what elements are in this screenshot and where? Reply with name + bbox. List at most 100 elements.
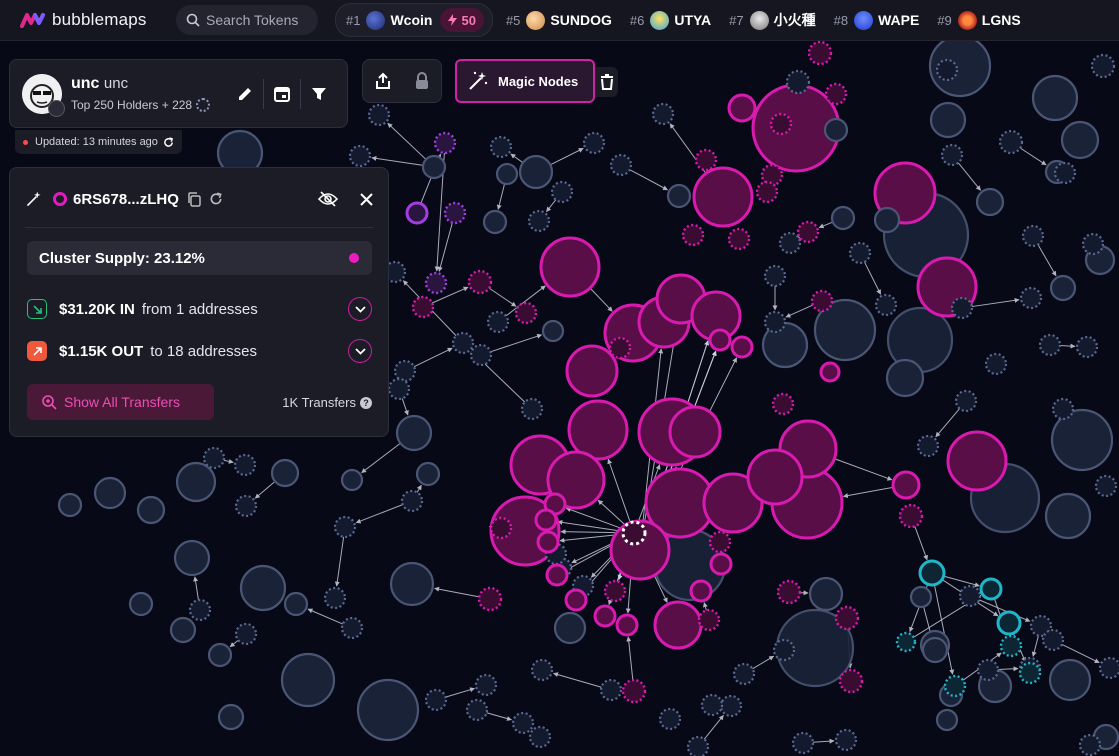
holder-bubble[interactable]	[340, 468, 364, 492]
holder-bubble[interactable]	[424, 688, 448, 712]
holder-bubble[interactable]	[486, 310, 510, 334]
cluster-address[interactable]: 6RS678...zLHQ	[73, 191, 179, 208]
outflow-row[interactable]: $1.15K OUT to 18 addresses	[27, 338, 372, 364]
holder-bubble[interactable]	[234, 494, 258, 518]
holder-bubble[interactable]	[465, 698, 489, 722]
holder-bubble[interactable]	[979, 577, 1003, 601]
holder-bubble[interactable]	[909, 585, 933, 609]
holder-bubble[interactable]	[467, 269, 493, 295]
holder-bubble[interactable]	[609, 153, 633, 177]
holder-bubble[interactable]	[527, 209, 551, 233]
eye-off-icon[interactable]	[318, 191, 338, 207]
ticker-item-huozhong[interactable]: #7 小火種	[729, 10, 816, 30]
holder-bubble[interactable]	[188, 598, 212, 622]
holder-bubble[interactable]	[433, 131, 457, 155]
holder-bubble[interactable]	[477, 586, 503, 612]
holder-bubble[interactable]	[511, 711, 535, 735]
holder-bubble[interactable]	[830, 205, 856, 231]
holder-bubble[interactable]	[608, 336, 632, 360]
expand-inflow-button[interactable]	[348, 297, 372, 321]
holder-bubble[interactable]	[838, 668, 864, 694]
holder-bubble[interactable]	[270, 458, 300, 488]
holder-bubble[interactable]	[169, 616, 197, 644]
holder-bubble[interactable]	[1075, 335, 1099, 359]
holder-bubble[interactable]	[689, 579, 713, 603]
holder-bubble[interactable]	[921, 636, 949, 664]
holder-bubble[interactable]	[834, 605, 860, 631]
holder-bubble[interactable]	[808, 576, 844, 612]
holder-bubble[interactable]	[173, 539, 211, 577]
holder-bubble[interactable]	[534, 508, 558, 532]
holder-bubble[interactable]	[1019, 286, 1043, 310]
holder-bubble[interactable]	[885, 358, 925, 398]
holder-bubble[interactable]	[681, 223, 705, 247]
holder-bubble[interactable]	[785, 69, 811, 95]
ticker-item-wcoin[interactable]: #1 Wcoin 50	[335, 3, 493, 37]
holder-bubble[interactable]	[323, 586, 347, 610]
holder-bubble[interactable]	[666, 183, 692, 209]
holder-bubble[interactable]	[280, 652, 336, 708]
holder-bubble[interactable]	[283, 591, 309, 617]
holder-bubble[interactable]	[984, 352, 1008, 376]
search-input[interactable]: Search Tokens	[176, 5, 318, 35]
holder-bubble[interactable]	[356, 678, 420, 742]
holder-bubble[interactable]	[719, 694, 743, 718]
holder-bubble[interactable]	[763, 264, 787, 288]
holder-bubble[interactable]	[1049, 274, 1077, 302]
ticker-item-lgns[interactable]: #9 LGNS	[937, 10, 1021, 30]
holder-bubble[interactable]	[395, 414, 433, 452]
holder-bubble[interactable]	[340, 616, 364, 640]
holder-bubble[interactable]	[528, 725, 552, 749]
holder-bubble[interactable]	[771, 392, 795, 416]
holder-bubble[interactable]	[810, 289, 834, 313]
holder-bubble[interactable]	[769, 112, 793, 136]
holder-bubble[interactable]	[653, 600, 703, 650]
ticker-item-wape[interactable]: #8 WAPE	[834, 10, 919, 30]
holder-bubble[interactable]	[694, 148, 718, 172]
holder-bubble[interactable]	[615, 613, 639, 637]
inflow-row[interactable]: $31.20K IN from 1 addresses	[27, 296, 372, 322]
holder-bubble[interactable]	[621, 678, 647, 704]
holder-bubble[interactable]	[469, 343, 493, 367]
holder-bubble[interactable]	[550, 180, 574, 204]
holder-bubble[interactable]	[776, 579, 802, 605]
holder-bubble[interactable]	[709, 552, 733, 576]
holder-bubble[interactable]	[603, 579, 627, 603]
holder-bubble[interactable]	[489, 516, 513, 540]
holder-bubble[interactable]	[891, 470, 921, 500]
holder-bubble[interactable]	[389, 561, 435, 607]
holder-bubble[interactable]	[1044, 492, 1092, 540]
holder-bubble[interactable]	[400, 489, 424, 513]
holder-bubble[interactable]	[545, 563, 569, 587]
holder-bubble[interactable]	[518, 154, 554, 190]
holder-bubble[interactable]	[1090, 53, 1116, 79]
edit-button[interactable]	[227, 78, 263, 110]
holder-bubble[interactable]	[708, 328, 732, 352]
holder-bubble[interactable]	[202, 446, 226, 470]
hot-badge[interactable]: 50	[440, 8, 484, 32]
holder-bubble[interactable]	[514, 301, 538, 325]
refresh-icon[interactable]	[163, 136, 174, 148]
holder-bubble[interactable]	[651, 102, 675, 126]
holder-bubble[interactable]	[823, 117, 849, 143]
holder-bubble[interactable]	[387, 377, 411, 401]
holder-bubble[interactable]	[708, 530, 732, 554]
holder-bubble[interactable]	[128, 591, 154, 617]
holder-bubble[interactable]	[791, 731, 815, 755]
holder-bubble[interactable]	[918, 559, 946, 587]
holder-bubble[interactable]	[582, 131, 606, 155]
holder-bubble[interactable]	[175, 461, 217, 503]
holder-bubble[interactable]	[520, 397, 544, 421]
show-all-transfers-button[interactable]: Show All Transfers	[27, 384, 214, 420]
holder-bubble[interactable]	[489, 135, 513, 159]
holder-bubble[interactable]	[495, 162, 519, 186]
close-icon[interactable]	[360, 192, 373, 206]
holder-bubble[interactable]	[367, 103, 391, 127]
help-icon[interactable]: ?	[360, 396, 372, 409]
holder-bubble[interactable]	[796, 220, 820, 244]
holder-bubble[interactable]	[451, 331, 475, 355]
holder-bubble[interactable]	[424, 271, 448, 295]
holder-bubble[interactable]	[935, 708, 959, 732]
holder-bubble[interactable]	[697, 608, 721, 632]
holder-bubble[interactable]	[536, 530, 560, 554]
